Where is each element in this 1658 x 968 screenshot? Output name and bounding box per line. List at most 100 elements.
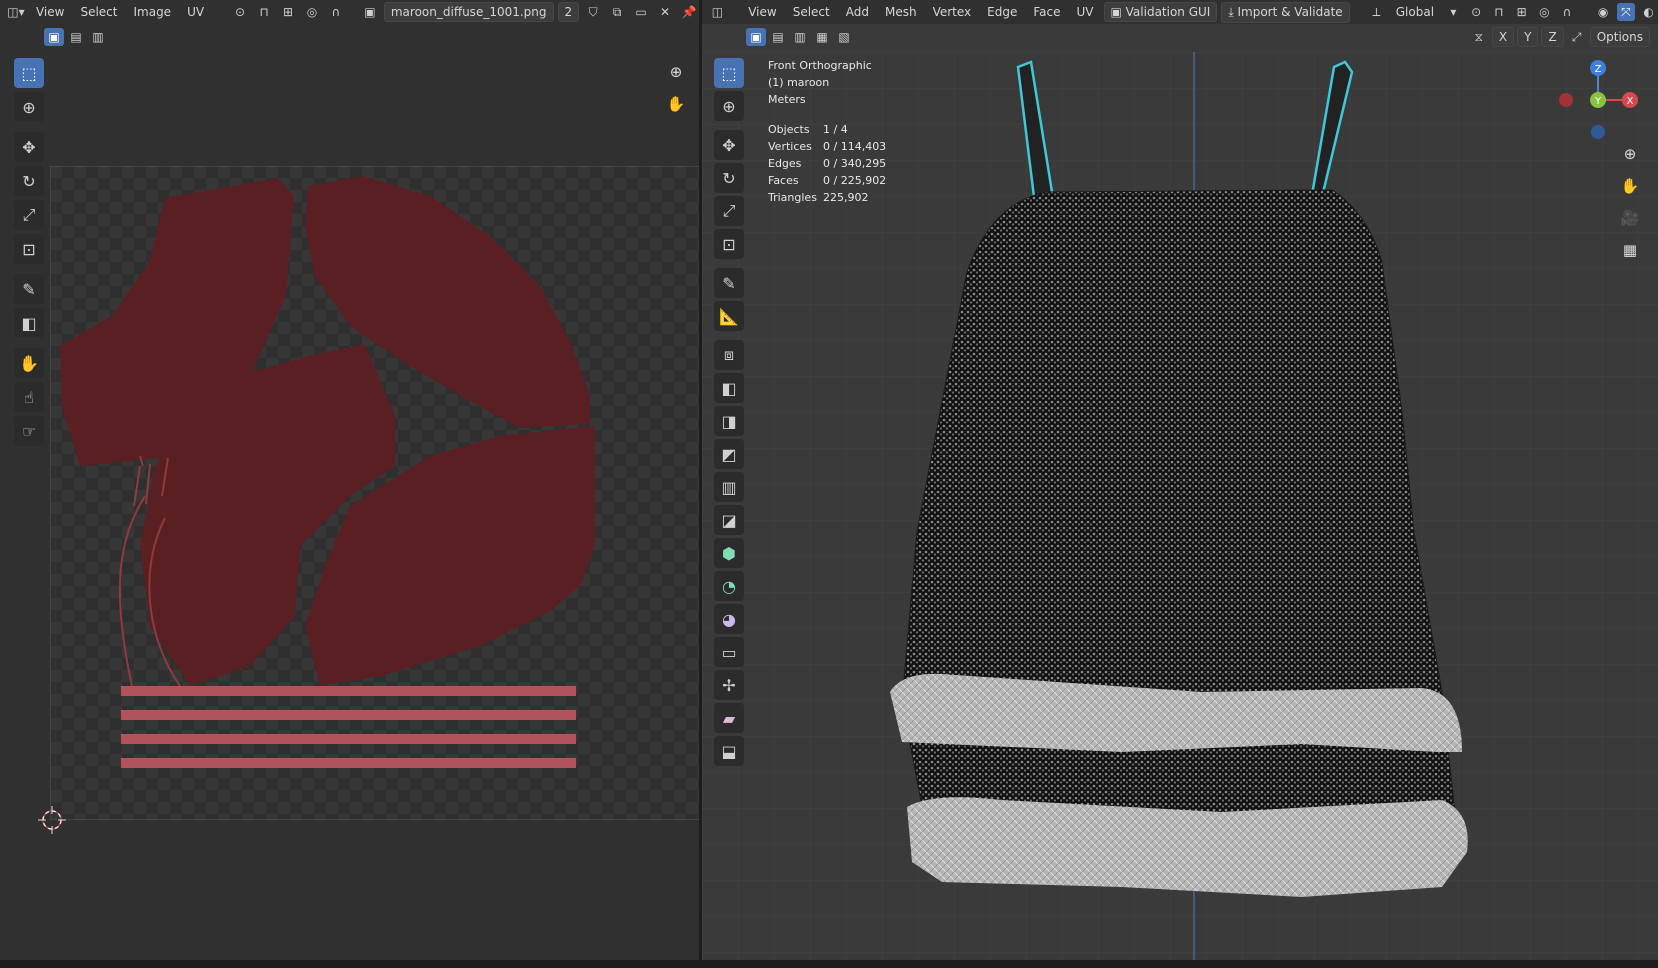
rip-region-tool[interactable]: ⬓: [714, 736, 744, 766]
pivot-point-icon[interactable]: ⊙: [1467, 3, 1486, 21]
shrink-fatten-tool[interactable]: ✢: [714, 670, 744, 700]
vp-move-tool[interactable]: ✥: [714, 130, 744, 160]
viewport-toolbar: ⬚ ⊕ ✥ ↻ ⤢ ⊡ ✎ 📐 ⧈ ◧ ◨ ◩ ▥ ◪ ⬢ ◔ ◕ ▭ ✢ ▰ …: [712, 58, 746, 766]
pan-hand-icon[interactable]: ✋: [664, 92, 688, 116]
visibility-icon[interactable]: ◉: [1594, 3, 1613, 21]
viewport-panel: ◫ View Select Add Mesh Vertex Edge Face …: [702, 0, 1658, 960]
vp-select-intersect-icon[interactable]: ▧: [834, 28, 854, 46]
add-cube-tool[interactable]: ⧈: [714, 340, 744, 370]
orientation-gizmo[interactable]: Z X Y: [1556, 58, 1640, 142]
vp-falloff-icon[interactable]: ∩: [1558, 3, 1577, 21]
select-box-tool[interactable]: ⬚: [14, 58, 44, 88]
image-name-field[interactable]: maroon_diffuse_1001.png: [383, 2, 554, 22]
loop-cut-tool[interactable]: ▥: [714, 472, 744, 502]
vp-select-subtract-icon[interactable]: ▥: [790, 28, 810, 46]
vp-menu-view[interactable]: View: [742, 3, 782, 21]
chevron-down-icon[interactable]: ▾: [1444, 3, 1463, 21]
snap-icon[interactable]: ⊓: [254, 3, 274, 21]
vp-scale-tool[interactable]: ⤢: [714, 196, 744, 226]
smooth-tool[interactable]: ◕: [714, 604, 744, 634]
options-dropdown[interactable]: Options: [1589, 27, 1650, 47]
import-validate-button[interactable]: ⤓ Import & Validate: [1221, 1, 1350, 23]
open-image-icon[interactable]: ▭: [631, 3, 651, 21]
edge-slide-tool[interactable]: ▭: [714, 637, 744, 667]
fake-user-icon[interactable]: ⛉: [583, 3, 603, 21]
select-mode-new-icon[interactable]: ▣: [44, 28, 64, 46]
uv-2d-cursor-icon[interactable]: [38, 806, 66, 834]
transform-orientation-dropdown[interactable]: Global: [1390, 3, 1440, 21]
uv-fur-strip-4: [121, 758, 576, 768]
vp-menu-edge[interactable]: Edge: [981, 3, 1023, 21]
transform-tool[interactable]: ⊡: [14, 234, 44, 264]
gizmo-toggle-icon[interactable]: ⤧: [1616, 3, 1636, 21]
shear-tool[interactable]: ▰: [714, 703, 744, 733]
validation-gui-button[interactable]: ▣ Validation GUI: [1103, 2, 1218, 22]
uv-canvas[interactable]: [50, 166, 699, 820]
vp-snap-target-icon[interactable]: ⊞: [1512, 3, 1531, 21]
camera-view-icon[interactable]: 🎥: [1618, 206, 1642, 230]
vp-transform-tool[interactable]: ⊡: [714, 229, 744, 259]
zoom-icon[interactable]: ⊕: [664, 60, 688, 84]
vp-menu-add[interactable]: Add: [840, 3, 875, 21]
vp-select-extend-icon[interactable]: ▤: [768, 28, 788, 46]
axis-z-toggle[interactable]: Z: [1541, 27, 1564, 47]
vp-annotate-tool[interactable]: ✎: [714, 268, 744, 298]
annotate-tool[interactable]: ✎: [14, 274, 44, 304]
pinch-tool[interactable]: ☞: [14, 416, 44, 446]
cursor-tool[interactable]: ⊕: [14, 92, 44, 122]
auto-merge-icon[interactable]: ⤢: [1567, 28, 1587, 46]
overlay-icon[interactable]: ◐: [1639, 3, 1658, 21]
uv-menu-image[interactable]: Image: [127, 3, 177, 21]
vp-proportional-icon[interactable]: ◎: [1535, 3, 1554, 21]
vp-rotate-tool[interactable]: ↻: [714, 163, 744, 193]
vp-zoom-icon[interactable]: ⊕: [1618, 142, 1642, 166]
snap-target-icon[interactable]: ⊞: [278, 3, 298, 21]
pivot-icon[interactable]: ⊙: [230, 3, 250, 21]
gizmo-neg-z-axis[interactable]: [1591, 125, 1605, 139]
vp-snap-icon[interactable]: ⊓: [1490, 3, 1509, 21]
vp-select-box-tool[interactable]: ⬚: [714, 58, 744, 88]
bevel-tool[interactable]: ◩: [714, 439, 744, 469]
vp-measure-tool[interactable]: 📐: [714, 301, 744, 331]
viewport-editor-type-icon[interactable]: ◫: [708, 3, 727, 21]
perspective-toggle-icon[interactable]: ▦: [1618, 238, 1642, 262]
scale-tool[interactable]: ⤢: [14, 200, 44, 230]
uv-menu-uv[interactable]: UV: [181, 3, 210, 21]
axis-y-toggle[interactable]: Y: [1517, 27, 1539, 47]
image-users-count[interactable]: 2: [557, 2, 580, 22]
grab-tool[interactable]: ✋: [14, 348, 44, 378]
editor-type-icon[interactable]: ◫▾: [6, 3, 26, 21]
new-image-icon[interactable]: ⧉: [607, 3, 627, 21]
select-mode-subtract-icon[interactable]: ▥: [88, 28, 108, 46]
select-mode-extend-icon[interactable]: ▤: [66, 28, 86, 46]
vp-menu-select[interactable]: Select: [787, 3, 836, 21]
vp-menu-uv[interactable]: UV: [1071, 3, 1100, 21]
inset-tool[interactable]: ◨: [714, 406, 744, 436]
spin-tool[interactable]: ◔: [714, 571, 744, 601]
poly-build-tool[interactable]: ⬢: [714, 538, 744, 568]
proportional-edit-icon[interactable]: ◎: [302, 3, 322, 21]
rotate-tool[interactable]: ↻: [14, 166, 44, 196]
vp-pan-hand-icon[interactable]: ✋: [1618, 174, 1642, 198]
mirror-icon: ⧖: [1474, 29, 1484, 44]
axis-x-toggle[interactable]: X: [1491, 27, 1515, 47]
knife-tool[interactable]: ◪: [714, 505, 744, 535]
uv-menu-select[interactable]: Select: [74, 3, 123, 21]
image-browse-icon[interactable]: ▣: [360, 3, 380, 21]
gizmo-neg-x-axis[interactable]: [1559, 93, 1573, 107]
extrude-tool[interactable]: ◧: [714, 373, 744, 403]
view-name-label: Front Orthographic: [768, 59, 872, 72]
unlink-image-icon[interactable]: ✕: [655, 3, 675, 21]
uv-menu-view[interactable]: View: [30, 3, 70, 21]
vp-menu-vertex[interactable]: Vertex: [927, 3, 978, 21]
move-tool[interactable]: ✥: [14, 132, 44, 162]
relax-tool[interactable]: ☝: [14, 382, 44, 412]
falloff-icon[interactable]: ∩: [326, 3, 346, 21]
vp-select-new-icon[interactable]: ▣: [746, 28, 766, 46]
vp-select-invert-icon[interactable]: ▦: [812, 28, 832, 46]
vp-menu-face[interactable]: Face: [1027, 3, 1066, 21]
pin-icon[interactable]: 📌: [679, 3, 699, 21]
vp-menu-mesh[interactable]: Mesh: [879, 3, 923, 21]
rip-tool[interactable]: ◧: [14, 308, 44, 338]
vp-cursor-tool[interactable]: ⊕: [714, 91, 744, 121]
